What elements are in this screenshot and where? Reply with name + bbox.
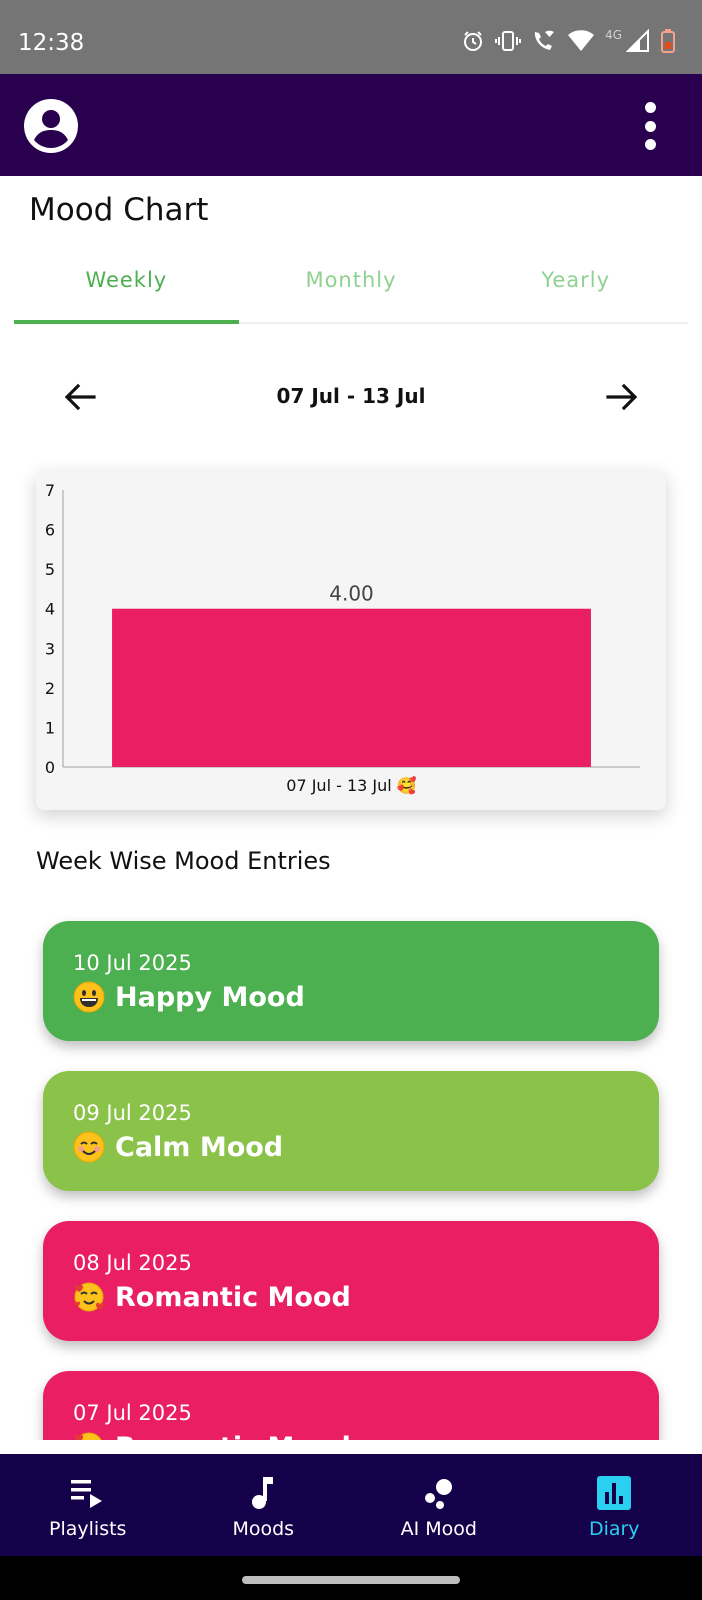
mood-bar-chart: 0 1 2 3 4 5 6 7 4.00 07 Jul - 13 Jul 🥰 [45, 481, 640, 795]
mood-entry-card[interactable]: 10 Jul 2025 Happy Mood [43, 921, 659, 1041]
y-tick-label: 1 [45, 718, 55, 737]
nav-playlists[interactable]: Playlists [0, 1454, 176, 1556]
y-tick-label: 2 [45, 679, 55, 698]
entry-date: 08 Jul 2025 [73, 1251, 192, 1275]
bar-value-label: 4.00 [329, 582, 374, 606]
mood-entry-card[interactable]: 08 Jul 2025 Romantic Mood [43, 1221, 659, 1341]
mood-entries-list: 10 Jul 2025 Happy Mood 09 Jul 2025 Calm … [0, 898, 702, 1440]
y-tick-label: 3 [45, 639, 55, 658]
chart-bar [112, 608, 591, 767]
y-tick-label: 0 [45, 758, 55, 777]
entry-date: 10 Jul 2025 [73, 951, 192, 975]
battery-icon [661, 29, 675, 53]
week-navigator: 07 Jul - 13 Jul [0, 372, 702, 422]
nav-label: Moods [232, 1518, 295, 1540]
entries-section-title: Week Wise Mood Entries [36, 847, 331, 875]
entry-mood: Happy Mood [73, 981, 305, 1013]
bubbles-icon [424, 1479, 452, 1509]
y-tick-label: 4 [45, 600, 55, 619]
signal-icon [626, 29, 649, 52]
nav-ai-mood[interactable]: AI Mood [351, 1454, 527, 1556]
x-tick-label: 07 Jul - 13 Jul 🥰 [286, 776, 417, 795]
mood-entry-card[interactable]: 09 Jul 2025 Calm Mood [43, 1071, 659, 1191]
arrow-right-icon[interactable] [602, 377, 642, 417]
tab-yearly[interactable]: Yearly [463, 252, 688, 322]
mood-chart-card: 0 1 2 3 4 5 6 7 4.00 07 Jul - 13 Jul 🥰 [36, 470, 666, 810]
entry-mood-label: Calm Mood [115, 1131, 284, 1163]
nav-diary[interactable]: Diary [527, 1454, 702, 1556]
y-tick-label: 5 [45, 560, 55, 579]
nav-label: AI Mood [400, 1518, 477, 1540]
nav-moods[interactable]: Moods [176, 1454, 352, 1556]
bottom-navigation: Playlists Moods AI Mood Diary [0, 1454, 702, 1556]
entry-mood: Romantic Mood [73, 1281, 351, 1313]
system-navigation-bar [0, 1556, 702, 1600]
tab-monthly[interactable]: Monthly [239, 252, 464, 322]
period-tabs: Weekly Monthly Yearly [14, 252, 688, 324]
more-vert-icon[interactable] [638, 102, 662, 150]
entry-mood: Romantic Mood [73, 1431, 351, 1440]
entry-date: 09 Jul 2025 [73, 1101, 192, 1125]
hearts-face-icon [74, 1282, 104, 1312]
y-tick-label: 6 [45, 521, 55, 540]
smiling-face-icon [73, 1131, 105, 1163]
network-type-label: 4G [605, 28, 622, 42]
hearts-face-icon [75, 1432, 102, 1440]
grinning-face-icon [73, 981, 105, 1013]
nav-label: Diary [588, 1518, 640, 1540]
entry-mood: Calm Mood [73, 1131, 283, 1163]
music-note-icon [252, 1477, 274, 1509]
vibrate-icon [495, 31, 522, 51]
app-bar [0, 74, 702, 176]
alarm-icon [464, 31, 483, 51]
wifi-call-icon [534, 30, 555, 50]
week-range-label: 07 Jul - 13 Jul [276, 384, 426, 408]
mood-entry-card[interactable]: 07 Jul 2025 Romantic Mood [43, 1371, 659, 1440]
status-bar: 12:38 4G [0, 0, 702, 74]
playlist-icon [70, 1480, 102, 1508]
tab-weekly[interactable]: Weekly [14, 252, 239, 324]
y-tick-label: 7 [45, 481, 55, 500]
wifi-icon [568, 30, 595, 51]
entry-date: 07 Jul 2025 [73, 1401, 192, 1425]
page-title: Mood Chart [29, 192, 209, 228]
account-icon[interactable] [24, 99, 78, 153]
entry-mood-label: Happy Mood [115, 981, 305, 1013]
status-icons: 4G [461, 28, 676, 54]
home-gesture-handle[interactable] [242, 1576, 460, 1584]
entry-mood-label: Romantic Mood [115, 1432, 351, 1441]
entry-mood-label: Romantic Mood [115, 1281, 351, 1313]
bar-chart-icon [597, 1476, 632, 1510]
status-time: 12:38 [18, 30, 85, 56]
nav-label: Playlists [49, 1518, 127, 1540]
